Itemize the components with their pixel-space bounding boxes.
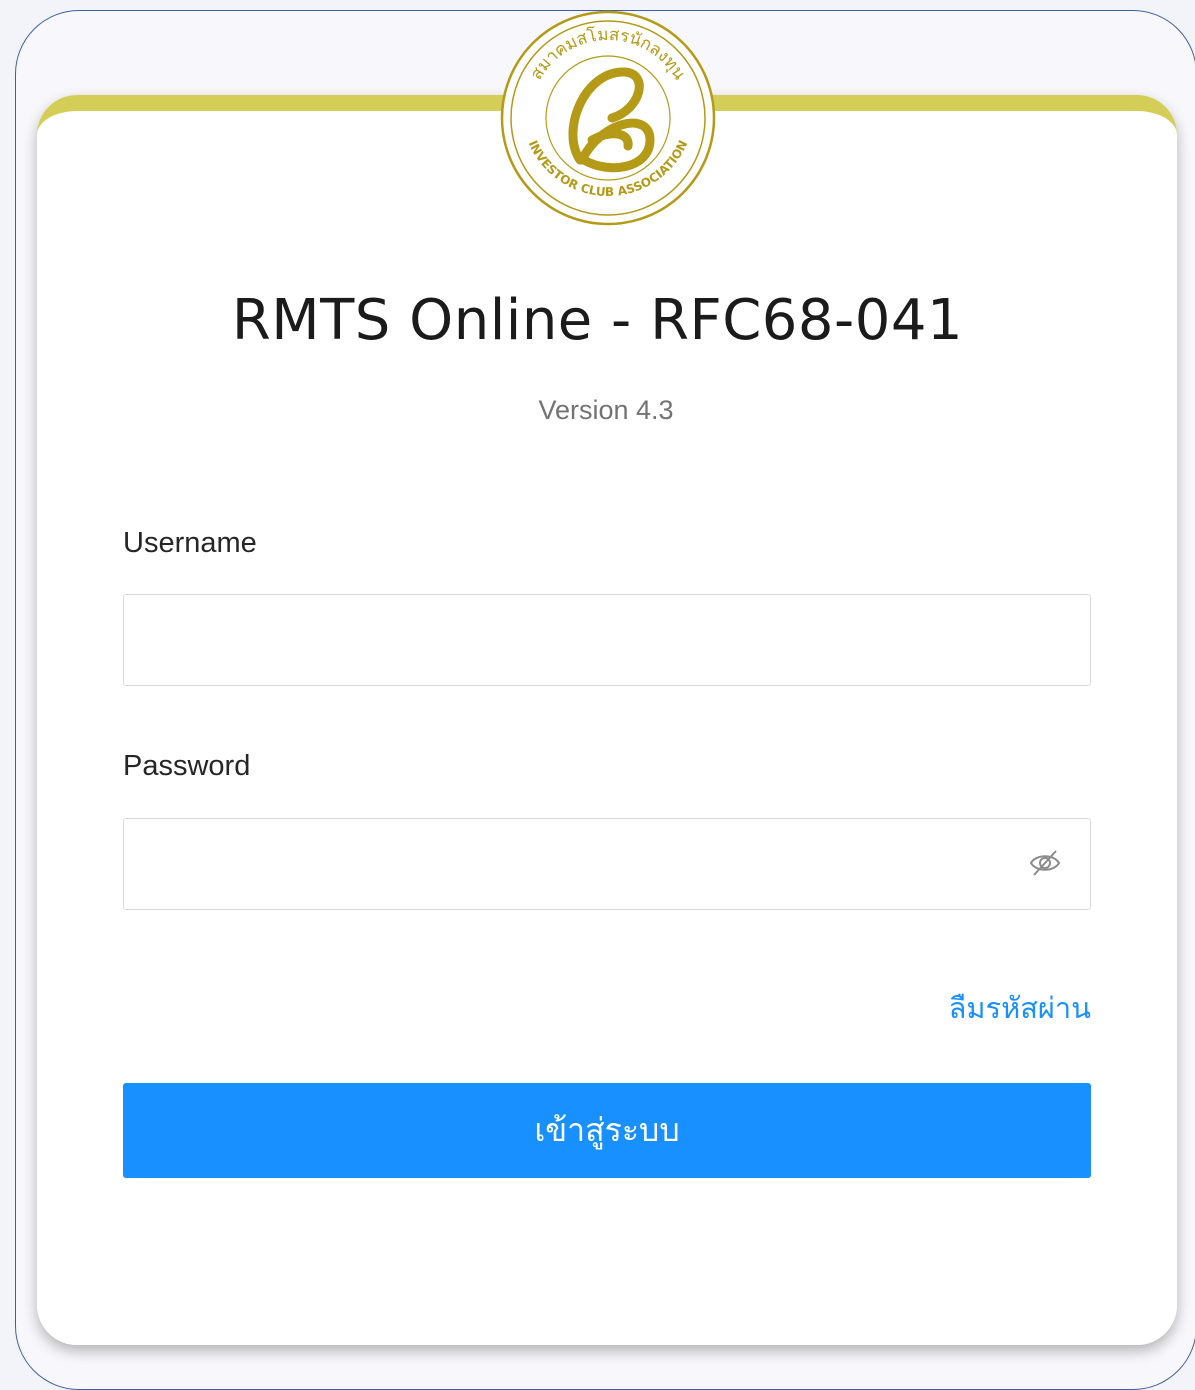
page-title: RMTS Online - RFC68-041 [231,288,964,353]
forgot-password-link[interactable]: ลืมรหัสผ่าน [949,985,1091,1031]
username-label: Username [123,527,257,559]
password-input[interactable] [123,818,1091,910]
eye-invisible-icon[interactable] [1028,848,1062,878]
investor-club-association-logo: สมาคมสโมสรนักลงทุน INVESTOR CLUB ASSOCIA… [500,10,716,226]
password-label: Password [123,750,251,782]
version-text: Version 4.3 [538,395,674,425]
username-input[interactable] [123,594,1091,686]
login-button[interactable]: เข้าสู่ระบบ [123,1083,1091,1178]
